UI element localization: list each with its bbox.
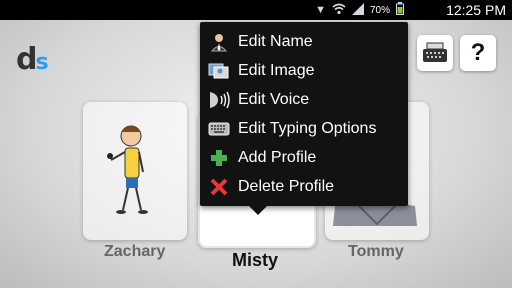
wifi-icon: [332, 3, 346, 18]
image-icon: [208, 60, 230, 82]
menu-pointer-arrow: [248, 205, 268, 215]
profile-name-zachary: Zachary: [104, 243, 166, 260]
status-icons: ▼ 70%: [315, 2, 404, 18]
keyboard-icon: [208, 118, 230, 140]
menu-item-label: Edit Voice: [238, 91, 310, 108]
profile-card-zachary[interactable]: [83, 102, 187, 240]
battery-percent: 70%: [369, 4, 390, 16]
battery-icon: [396, 2, 404, 18]
x-icon: [208, 176, 230, 198]
profile-name-misty: Misty: [232, 250, 279, 270]
menu-item-edit-voice[interactable]: Edit Voice: [208, 86, 309, 114]
menu-item-edit-name[interactable]: Edit Name: [208, 28, 313, 56]
profile-context-menu: Edit Name Edit Image Edit Voice Edit Typ…: [200, 22, 408, 206]
typewriter-button[interactable]: [417, 35, 453, 71]
menu-item-label: Delete Profile: [238, 178, 335, 195]
profile-name-tommy: Tommy: [348, 243, 404, 260]
menu-item-delete-profile[interactable]: Delete Profile: [208, 173, 334, 201]
signal-icon: [351, 2, 364, 18]
app-logo: ds: [16, 42, 49, 77]
person-icon: [208, 31, 230, 53]
boy-avatar-icon: [107, 125, 148, 214]
menu-item-label: Edit Name: [238, 33, 313, 50]
notification-icon: ▼: [315, 4, 326, 16]
voice-icon: [208, 89, 230, 111]
plus-icon: [208, 147, 230, 169]
menu-item-add-profile[interactable]: Add Profile: [208, 144, 316, 172]
status-bar: ▼ 70% 12:25 PM: [0, 0, 512, 20]
menu-item-label: Add Profile: [238, 149, 317, 166]
menu-item-label: Edit Typing Options: [238, 120, 377, 137]
menu-item-edit-typing-options[interactable]: Edit Typing Options: [208, 115, 376, 143]
help-button[interactable]: ?: [460, 35, 496, 71]
menu-item-edit-image[interactable]: Edit Image: [208, 57, 314, 85]
menu-item-label: Edit Image: [238, 62, 315, 79]
typewriter-icon: [423, 42, 447, 62]
clock: 12:25 PM: [446, 2, 506, 18]
